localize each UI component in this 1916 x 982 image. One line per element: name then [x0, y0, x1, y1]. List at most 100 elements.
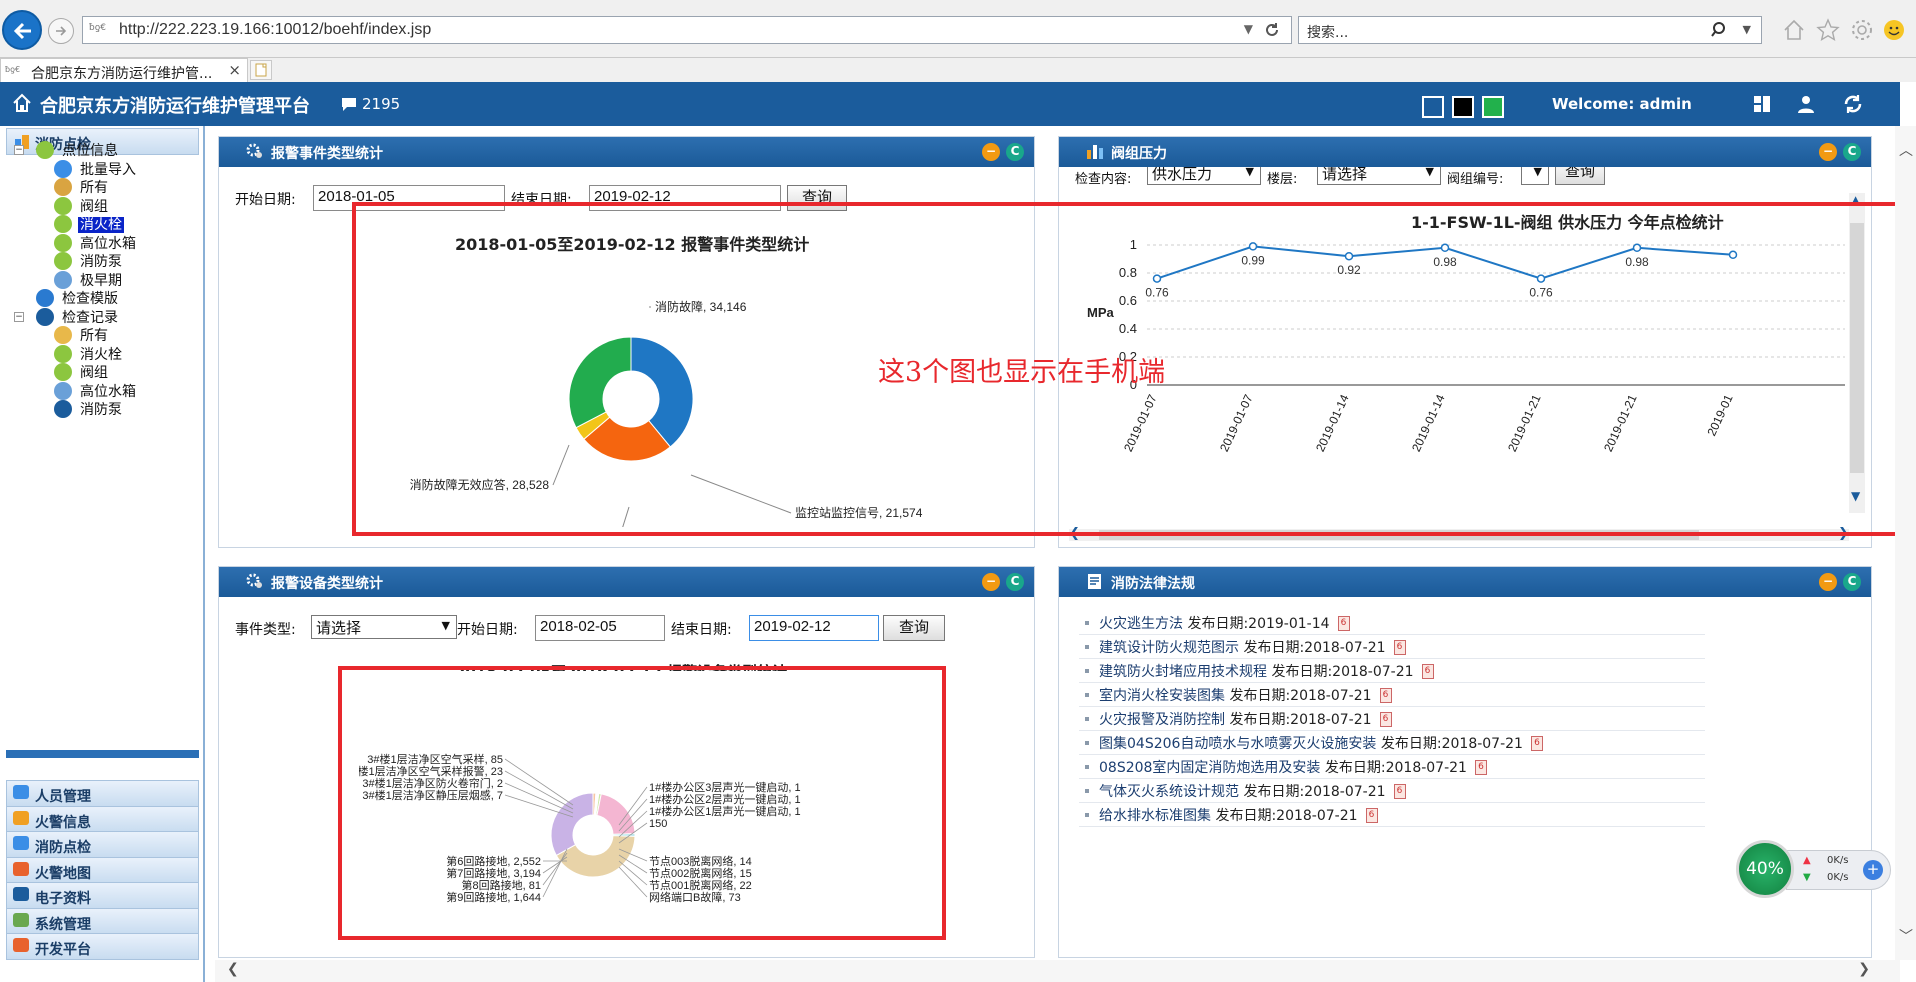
law-list-item[interactable]: 建筑设计防火规范图示 发布日期:2018-07-21 6 — [1085, 637, 1406, 657]
sidebar-tree-item[interactable]: 阀组 — [54, 362, 110, 382]
refresh-icon[interactable] — [1263, 21, 1281, 39]
refresh-button[interactable]: C — [1006, 573, 1024, 591]
message-icon[interactable] — [340, 96, 358, 112]
search-dropdown-icon[interactable]: ▼ — [1743, 23, 1751, 36]
forward-button[interactable] — [48, 18, 74, 44]
law-list-item[interactable]: 火灾逃生方法 发布日期:2019-01-14 6 — [1085, 613, 1350, 633]
smiley-icon[interactable] — [1882, 18, 1906, 42]
address-bar[interactable]: ƀƍ€ http://222.223.19.166:10012/boehf/in… — [82, 16, 1292, 44]
sidebar-tree-item[interactable]: 检查模版 — [36, 288, 120, 308]
attachment-icon[interactable]: 6 — [1337, 615, 1350, 631]
sidebar-tree-item[interactable]: 点位信息 — [36, 140, 120, 160]
message-count[interactable]: 2195 — [362, 95, 400, 113]
refresh-button[interactable]: C — [1843, 143, 1861, 161]
theme-green-swatch[interactable] — [1482, 96, 1504, 118]
sidebar-tree-item[interactable]: 所有 — [54, 325, 110, 345]
sidebar-tree-item[interactable]: 所有 — [54, 177, 110, 197]
refresh-button[interactable]: C — [1006, 143, 1024, 161]
attachment-icon[interactable]: 6 — [1393, 639, 1406, 655]
law-title[interactable]: 建筑设计防火规范图示 — [1099, 640, 1243, 656]
page-vertical-scrollbar[interactable]: ︿ ﹀ — [1895, 126, 1916, 960]
user-icon[interactable] — [1796, 94, 1816, 114]
event-type-select[interactable]: 请选择 ▼ — [311, 615, 457, 639]
sidebar-section-header[interactable]: 系统管理 — [6, 907, 199, 935]
tree-collapse-toggle[interactable]: − — [14, 312, 24, 322]
browser-tab[interactable]: ƀƍ€ 合肥京东方消防运行维护管... × — [0, 58, 248, 82]
sidebar-splitter[interactable] — [6, 750, 199, 758]
minimize-button[interactable]: − — [982, 573, 1000, 591]
layout-icon[interactable] — [1752, 94, 1772, 114]
attachment-icon[interactable]: 6 — [1379, 711, 1392, 727]
tab-close-button[interactable]: × — [228, 61, 241, 79]
star-icon[interactable] — [1816, 18, 1840, 42]
minimize-button[interactable]: − — [982, 143, 1000, 161]
law-title[interactable]: 气体灭火系统设计规范 — [1099, 784, 1243, 800]
attachment-icon[interactable]: 6 — [1421, 663, 1434, 679]
home-icon[interactable] — [12, 93, 32, 113]
sidebar-tree-item[interactable]: 极早期 — [54, 270, 124, 290]
sidebar-section-header[interactable]: 人员管理 — [6, 780, 199, 807]
query-button[interactable]: 查询 — [1555, 167, 1605, 185]
sidebar-tree-item[interactable]: 检查记录 — [36, 307, 120, 327]
page-horizontal-scrollbar[interactable]: ❮ ❯ — [215, 960, 1900, 982]
scroll-up-icon[interactable]: ︿ — [1899, 140, 1913, 160]
sidebar-tree-item[interactable]: 消防泵 — [54, 251, 124, 271]
home-icon[interactable] — [1782, 18, 1806, 42]
scroll-down-icon[interactable]: ﹀ — [1899, 926, 1913, 946]
scroll-left-icon[interactable]: ❮ — [227, 961, 239, 977]
start-date-input[interactable]: 2018-02-05 — [535, 615, 665, 641]
browser-search-box[interactable]: 搜索... ▼ — [1298, 16, 1762, 44]
back-button[interactable] — [2, 10, 42, 50]
law-list-item[interactable]: 给水排水标准图集 发布日期:2018-07-21 6 — [1085, 805, 1378, 825]
law-title[interactable]: 室内消火栓安装图集 — [1099, 688, 1229, 704]
memory-usage-gauge[interactable]: 40% — [1736, 840, 1794, 898]
law-title[interactable]: 08S208室内固定消防炮选用及安装 — [1099, 760, 1325, 776]
attachment-icon[interactable]: 6 — [1379, 687, 1392, 703]
gear-icon[interactable] — [1850, 18, 1874, 42]
sidebar-tree-item[interactable]: 高位水箱 — [54, 381, 138, 401]
law-title[interactable]: 建筑防火封堵应用技术规程 — [1099, 664, 1271, 680]
attachment-icon[interactable]: 6 — [1393, 783, 1406, 799]
sidebar-section-header[interactable]: 消防点检 — [6, 831, 199, 858]
law-title[interactable]: 图集04S206自动喷水与水喷雾灭火设施安装 — [1099, 736, 1381, 752]
law-title[interactable]: 火灾逃生方法 — [1099, 616, 1187, 632]
network-monitor-widget[interactable]: ▲ 0K/s ▼ 0K/s + 40% — [1736, 840, 1891, 898]
end-date-input[interactable]: 2019-02-12 — [749, 615, 879, 641]
attachment-icon[interactable]: 6 — [1530, 735, 1543, 751]
sidebar-section-header[interactable]: 电子资料 — [6, 882, 199, 909]
law-list-item[interactable]: 建筑防火封堵应用技术规程 发布日期:2018-07-21 6 — [1085, 661, 1434, 681]
law-list-item[interactable]: 08S208室内固定消防炮选用及安装 发布日期:2018-07-21 6 — [1085, 757, 1487, 777]
sidebar-tree-item[interactable]: 批量导入 — [54, 159, 138, 179]
attachment-icon[interactable]: 6 — [1474, 759, 1487, 775]
valve-number-select[interactable]: ▼ — [1521, 167, 1549, 185]
law-title[interactable]: 火灾报警及消防控制 — [1099, 712, 1229, 728]
sidebar-tree-item[interactable]: 消火栓 — [54, 344, 124, 364]
law-list-item[interactable]: 气体灭火系统设计规范 发布日期:2018-07-21 6 — [1085, 781, 1406, 801]
sidebar-tree-item[interactable]: 消防泵 — [54, 399, 124, 419]
law-list-item[interactable]: 室内消火栓安装图集 发布日期:2018-07-21 6 — [1085, 685, 1392, 705]
theme-black-swatch[interactable] — [1452, 96, 1474, 118]
scroll-right-icon[interactable]: ❯ — [1858, 961, 1870, 977]
plus-icon[interactable]: + — [1863, 860, 1883, 880]
sidebar-section-header[interactable]: 火警信息 — [6, 805, 199, 833]
theme-blue-swatch[interactable] — [1422, 96, 1444, 118]
refresh-button[interactable]: C — [1843, 573, 1861, 591]
search-icon[interactable] — [1711, 21, 1729, 39]
minimize-button[interactable]: − — [1819, 573, 1837, 591]
floor-select[interactable]: 请选择 ▼ — [1317, 167, 1441, 185]
sidebar-tree-item[interactable]: 高位水箱 — [54, 233, 138, 253]
law-title[interactable]: 给水排水标准图集 — [1099, 808, 1215, 824]
sidebar-tree-item[interactable]: 消火栓 — [54, 214, 124, 234]
minimize-button[interactable]: − — [1819, 143, 1837, 161]
sync-icon[interactable] — [1842, 94, 1864, 114]
check-content-select[interactable]: 供水压力 ▼ — [1147, 167, 1261, 185]
new-tab-button[interactable] — [250, 60, 272, 80]
address-dropdown-icon[interactable]: ▼ — [1244, 22, 1253, 36]
sidebar-section-header[interactable]: 火警地图 — [6, 856, 199, 884]
tree-collapse-toggle[interactable]: − — [14, 145, 24, 155]
sidebar-section-header[interactable]: 开发平台 — [6, 933, 199, 960]
sidebar-tree-item[interactable]: 阀组 — [54, 196, 110, 216]
law-list-item[interactable]: 火灾报警及消防控制 发布日期:2018-07-21 6 — [1085, 709, 1392, 729]
attachment-icon[interactable]: 6 — [1365, 807, 1378, 823]
query-button[interactable]: 查询 — [883, 615, 945, 641]
